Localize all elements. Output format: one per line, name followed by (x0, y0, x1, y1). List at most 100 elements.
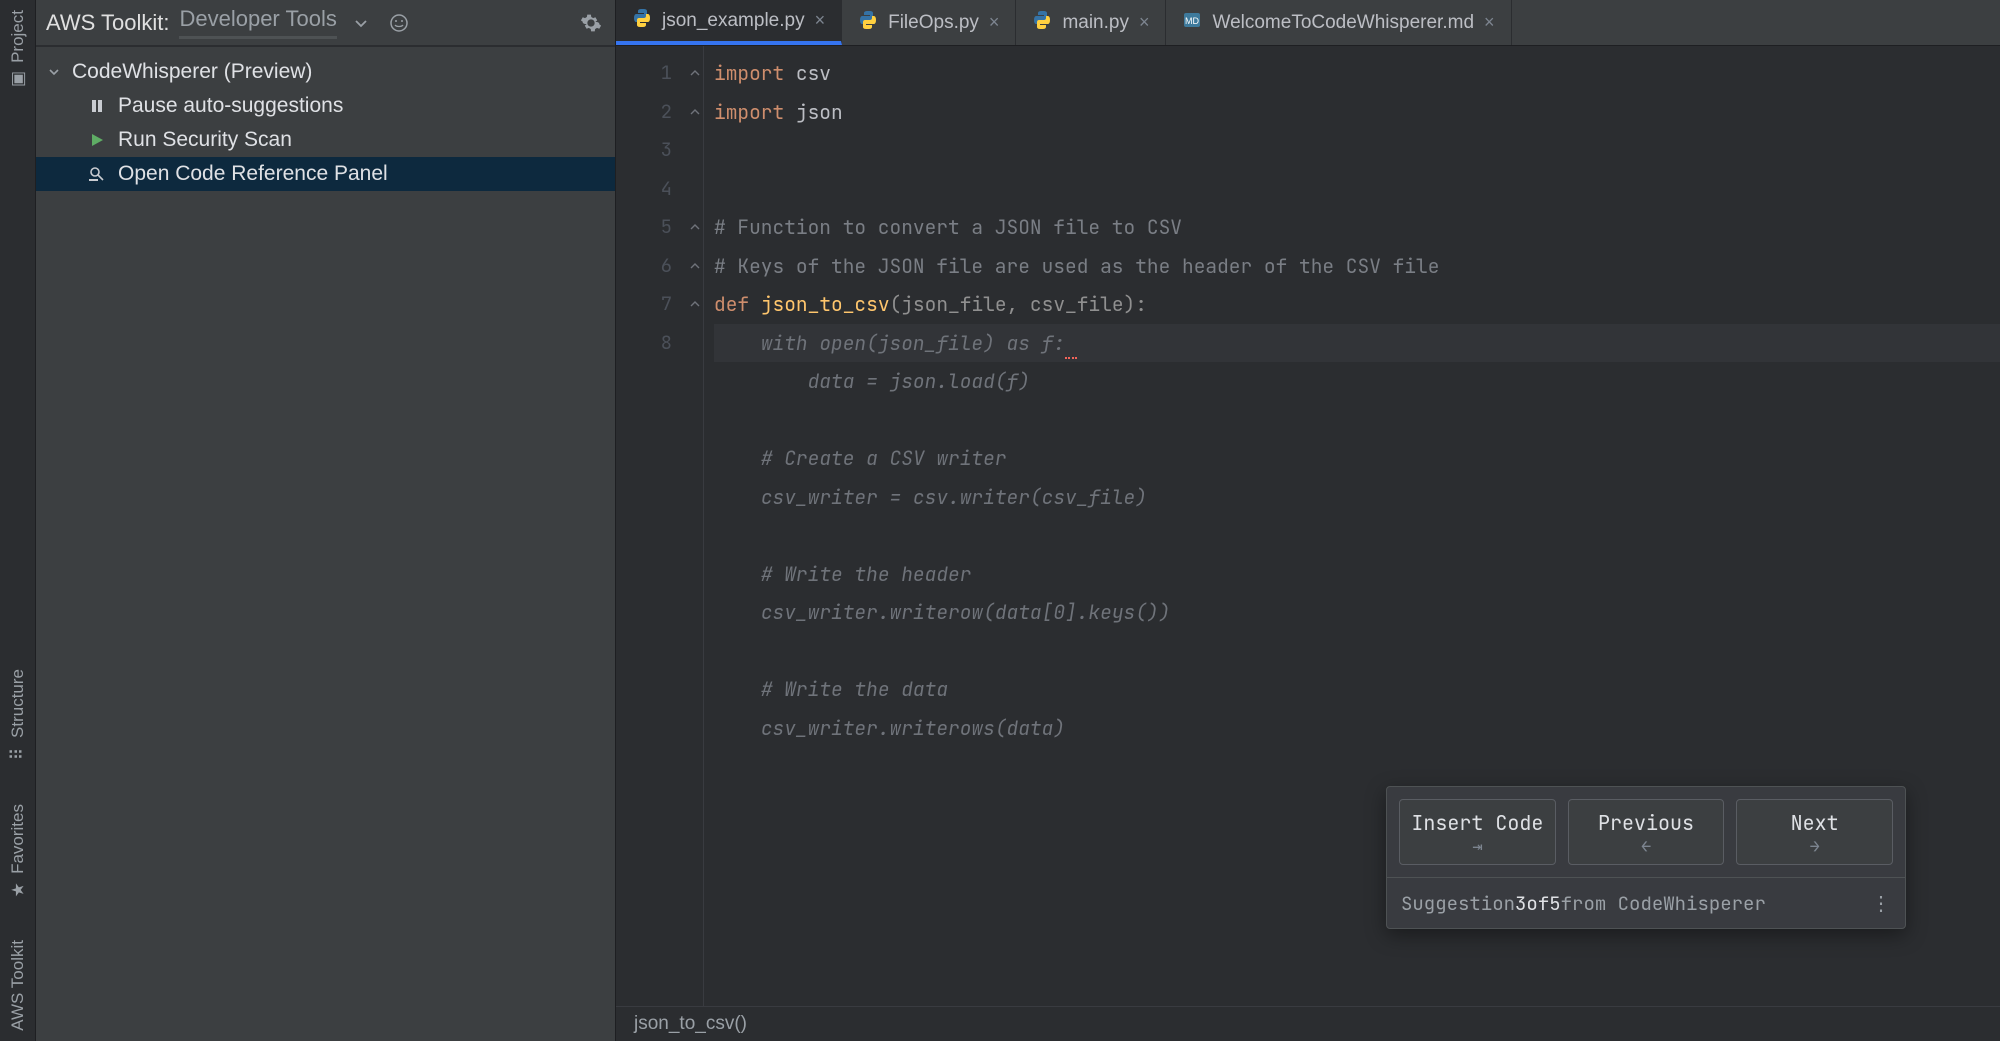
breadcrumb[interactable]: json_to_csv() (616, 1006, 2000, 1041)
close-icon[interactable]: × (1139, 12, 1150, 33)
tool-panel-subtitle[interactable]: Developer Tools (179, 6, 336, 39)
file-icon (858, 10, 878, 36)
fold-marker[interactable] (686, 247, 703, 286)
code-line[interactable]: data = json.load(f) (714, 362, 2000, 401)
line-number: 6 (616, 247, 672, 286)
code-line[interactable] (714, 516, 2000, 555)
code-line[interactable] (714, 632, 2000, 671)
line-number: 1 (616, 54, 672, 93)
code-line[interactable]: # Keys of the JSON file are used as the … (714, 247, 2000, 286)
fold-marker (686, 170, 703, 209)
code-line[interactable]: csv_writer = csv.writer(csv_file) (714, 478, 2000, 517)
tab-main-py[interactable]: main.py × (1016, 0, 1166, 45)
fold-marker (686, 439, 703, 478)
line-number: 2 (616, 93, 672, 132)
line-number: 4 (616, 170, 672, 209)
code-line[interactable]: csv_writer.writerows(data) (714, 709, 2000, 748)
chevron-down-icon[interactable] (347, 9, 375, 37)
fold-marker (686, 362, 703, 401)
play-icon (86, 132, 108, 148)
close-icon[interactable]: × (989, 12, 1000, 33)
file-icon: MD (1182, 10, 1202, 36)
pause-icon (86, 98, 108, 114)
line-number: 3 (616, 131, 672, 170)
left-tool-gutter: ▣ Project ⠿ Structure ★ Favorites AWS To… (0, 0, 36, 1041)
line-number-gutter: 12345678 (616, 46, 686, 1006)
close-icon[interactable]: × (1484, 12, 1495, 33)
editor-body[interactable]: 12345678 import csvimport json # Functio… (616, 46, 2000, 1006)
tab-json_example-py[interactable]: json_example.py × (616, 0, 842, 45)
shortcut-label: ⇥ (1404, 836, 1551, 858)
fold-marker (686, 670, 703, 709)
tab-label: WelcomeToCodeWhisperer.md (1212, 12, 1474, 34)
code-line[interactable]: # Create a CSV writer (714, 439, 2000, 478)
structure-tool-button[interactable]: ⠿ Structure (8, 659, 28, 774)
tab-label: json_example.py (662, 10, 805, 32)
fold-marker[interactable] (686, 208, 703, 247)
folder-icon: ▣ (8, 71, 28, 87)
shortcut-label: → (1741, 836, 1888, 858)
tree-item-run-security-scan[interactable]: Run Security Scan (36, 123, 615, 157)
tree-item-open-code-reference[interactable]: Open Code Reference Panel (36, 157, 615, 191)
line-number: 5 (616, 208, 672, 247)
tab-fileops-py[interactable]: FileOps.py × (842, 0, 1016, 45)
favorites-tool-button[interactable]: ★ Favorites (8, 794, 28, 910)
kebab-menu-icon[interactable]: ⋮ (1871, 890, 1891, 916)
tool-panel-title: AWS Toolkit: (46, 10, 169, 36)
tool-panel-header: AWS Toolkit: Developer Tools (36, 0, 615, 47)
fold-marker[interactable] (686, 285, 703, 324)
line-number: 7 (616, 285, 672, 324)
tree-item-pause-suggestions[interactable]: Pause auto-suggestions (36, 89, 615, 123)
gear-icon[interactable] (577, 9, 605, 37)
code-line[interactable]: # Write the data (714, 670, 2000, 709)
code-line[interactable]: csv_writer.writerow(data[0].keys()) (714, 593, 2000, 632)
fold-marker (686, 478, 703, 517)
tab-welcometocodewhisperer-md[interactable]: MD WelcomeToCodeWhisperer.md × (1166, 0, 1511, 45)
code-line[interactable]: import json (714, 93, 2000, 132)
suggestion-footer: Suggestion 3 of 5 from CodeWhisperer ⋮ (1387, 877, 1905, 928)
code-line[interactable]: import csv (714, 54, 2000, 93)
star-icon: ★ (8, 883, 28, 898)
tab-label: main.py (1062, 12, 1129, 34)
project-tool-button[interactable]: ▣ Project (8, 0, 28, 99)
suggestion-popup: Insert Code ⇥ Previous ← Next → Suggesti… (1386, 786, 1906, 929)
fold-gutter (686, 46, 704, 1006)
fold-marker (686, 401, 703, 440)
structure-icon: ⠿ (7, 748, 27, 760)
fold-marker (686, 709, 703, 748)
fold-marker (686, 516, 703, 555)
aws-toolkit-tool-button[interactable]: AWS Toolkit (8, 930, 28, 1041)
tab-label: FileOps.py (888, 12, 979, 34)
svg-text:MD: MD (1185, 16, 1199, 26)
fold-marker (686, 632, 703, 671)
close-icon[interactable]: × (815, 10, 826, 31)
fold-marker (686, 324, 703, 363)
chevron-down-icon (48, 60, 62, 84)
previous-button[interactable]: Previous ← (1568, 799, 1725, 865)
reference-icon (86, 165, 108, 183)
insert-code-button[interactable]: Insert Code ⇥ (1399, 799, 1556, 865)
code-line[interactable] (714, 401, 2000, 440)
code-line[interactable]: with open(json_file) as f: (714, 324, 2000, 363)
line-number: 8 (616, 324, 672, 363)
fold-marker[interactable] (686, 54, 703, 93)
code-line[interactable]: # Write the header (714, 555, 2000, 594)
editor-tabs: json_example.py × FileOps.py × main.py × MD Wel… (616, 0, 2000, 46)
shortcut-label: ← (1573, 836, 1720, 858)
code-line[interactable] (714, 170, 2000, 209)
code-line[interactable]: # Function to convert a JSON file to CSV (714, 208, 2000, 247)
fold-marker (686, 555, 703, 594)
tree-root-codewhisperer[interactable]: CodeWhisperer (Preview) (36, 55, 615, 89)
feedback-icon[interactable] (385, 9, 413, 37)
aws-toolkit-panel: AWS Toolkit: Developer Tools CodeWhisper… (36, 0, 616, 1041)
code-line[interactable] (714, 131, 2000, 170)
code-line[interactable]: def json_to_csv(json_file, csv_file): (714, 285, 2000, 324)
next-button[interactable]: Next → (1736, 799, 1893, 865)
fold-marker (686, 593, 703, 632)
editor-area: json_example.py × FileOps.py × main.py × MD Wel… (616, 0, 2000, 1041)
fold-marker[interactable] (686, 93, 703, 132)
fold-marker (686, 131, 703, 170)
tool-tree: CodeWhisperer (Preview) Pause auto-sugge… (36, 47, 615, 199)
file-icon (1032, 10, 1052, 36)
file-icon (632, 8, 652, 34)
